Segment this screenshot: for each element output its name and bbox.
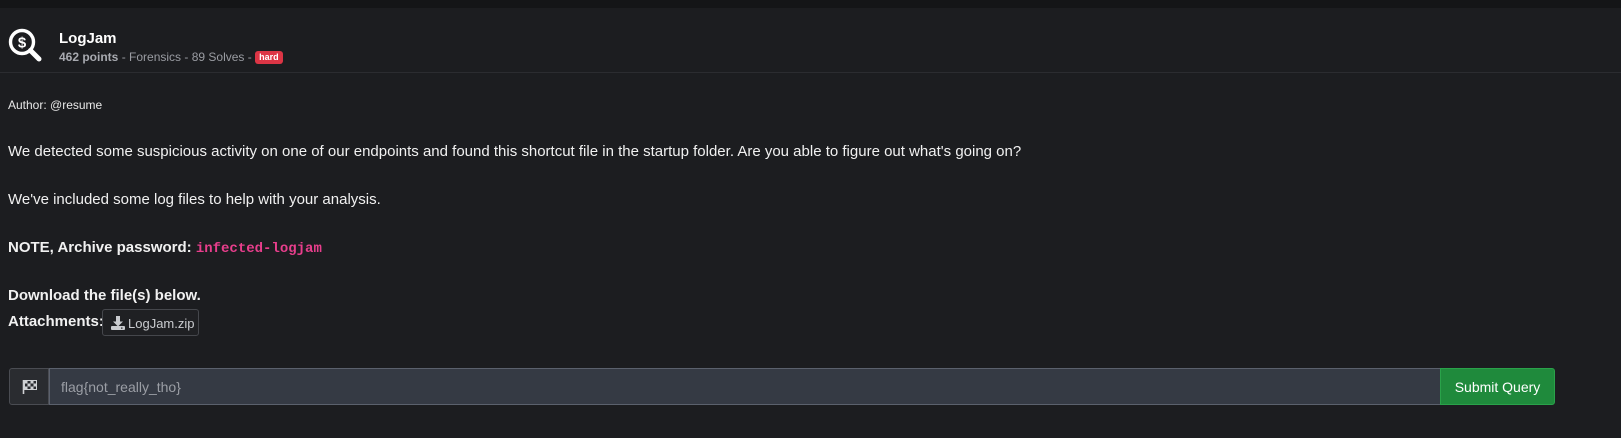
description-paragraph: We detected some suspicious activity on … — [8, 143, 1022, 160]
download-icon — [111, 316, 125, 330]
meta-separator: - — [118, 50, 130, 64]
challenge-header: $ LogJam 462 points - Forensics - 89 Sol… — [0, 8, 1621, 73]
top-strip — [0, 0, 1621, 8]
challenge-points: 462 points — [59, 50, 119, 64]
archive-password: infected-logjam — [195, 241, 322, 257]
challenge-title: LogJam — [59, 30, 117, 47]
attachment-download-button[interactable]: LogJam.zip — [102, 309, 199, 336]
dollar-search-icon: $ — [7, 27, 43, 63]
note-label: NOTE, Archive password: — [8, 239, 196, 256]
difficulty-badge: hard — [255, 51, 283, 64]
meta-separator: - — [181, 50, 192, 64]
challenge-author: Author: @resume — [8, 98, 103, 112]
download-instruction: Download the file(s) below. — [8, 287, 201, 304]
description-paragraph: We've included some log files to help wi… — [8, 191, 381, 208]
challenge-category: Forensics — [129, 50, 182, 64]
challenge-solves: 89 Solves — [191, 50, 245, 64]
flag-submission-form: Submit Query — [9, 368, 1555, 405]
submit-query-button[interactable]: Submit Query — [1440, 368, 1555, 405]
archive-password-note: NOTE, Archive password: infected-logjam — [8, 239, 322, 257]
flag-input[interactable] — [49, 368, 1441, 405]
checkered-flag-icon — [22, 380, 37, 394]
flag-input-addon — [9, 368, 49, 405]
attachment-filename: LogJam.zip — [128, 316, 195, 331]
attachments-label: Attachments: — [8, 313, 104, 330]
challenge-meta: 462 points - Forensics - 89 Solves - har… — [59, 50, 283, 64]
meta-separator: - — [244, 50, 256, 64]
svg-text:$: $ — [18, 35, 27, 52]
